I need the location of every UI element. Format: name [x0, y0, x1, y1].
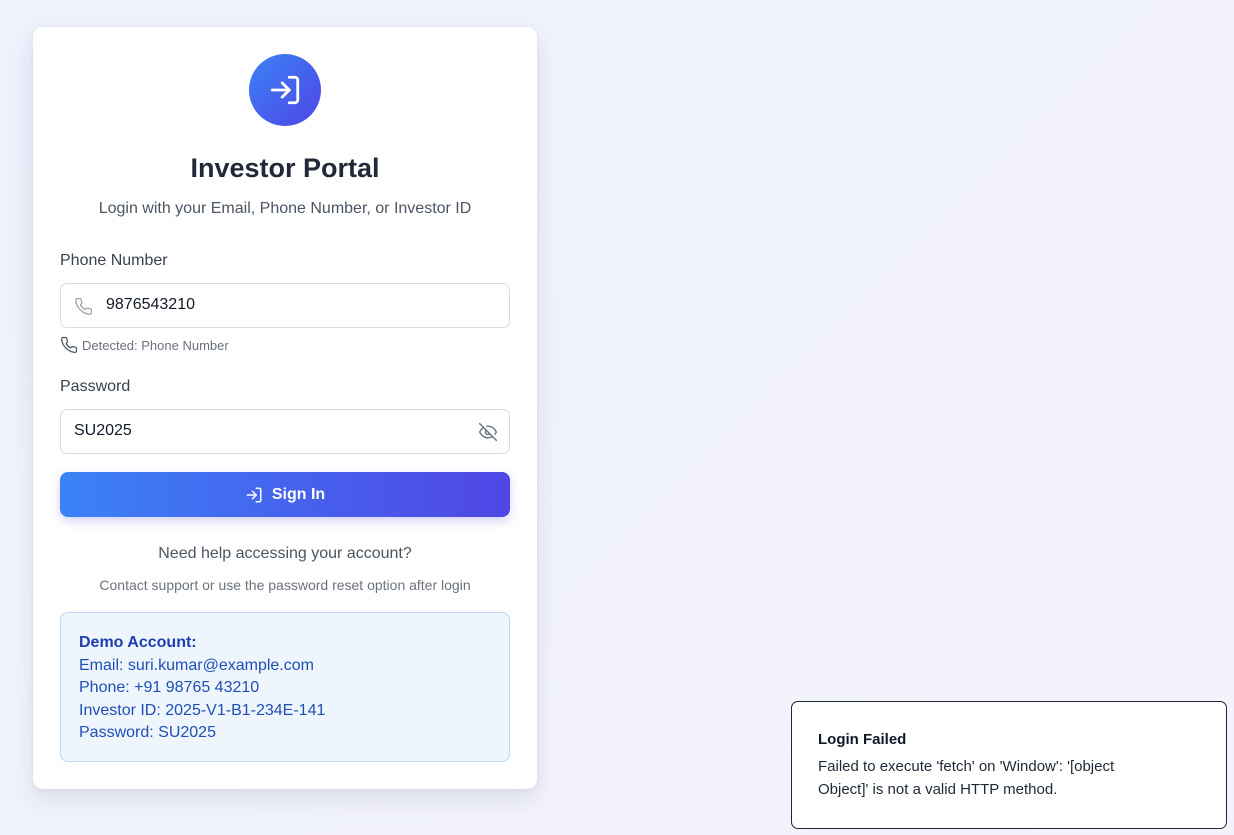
login-icon: [246, 487, 262, 502]
page-title: Investor Portal: [190, 153, 380, 183]
phone-icon: [60, 336, 78, 354]
demo-phone: Phone: +91 98765 43210: [79, 679, 260, 696]
identifier-value: 9876543210: [106, 296, 195, 313]
toast-message: Failed to execute 'fetch' on 'Window': '…: [818, 758, 1115, 798]
password-value: SU2025: [74, 422, 132, 439]
demo-investor-id: Investor ID: 2025-V1-B1-234E-141: [79, 701, 326, 719]
identifier-input[interactable]: 9876543210: [60, 283, 510, 328]
toast-title: Login Failed: [818, 731, 907, 748]
eye-off-icon[interactable]: [478, 422, 498, 447]
demo-heading: Demo Account:: [79, 634, 197, 651]
login-logo: [249, 54, 321, 126]
help-subtitle: Contact support or use the password rese…: [99, 577, 471, 593]
detected-hint: Detected: Phone Number: [60, 336, 229, 354]
phone-icon: [74, 297, 93, 321]
error-toast[interactable]: Login Failed Failed to execute 'fetch' o…: [791, 701, 1227, 829]
help-title: Need help accessing your account?: [158, 545, 412, 562]
demo-email: Email: suri.kumar@example.com: [79, 656, 314, 674]
demo-password: Password: SU2025: [79, 724, 216, 741]
demo-account-box: Demo Account: Email: suri.kumar@example.…: [60, 612, 510, 762]
login-card: Investor Portal Login with your Email, P…: [33, 27, 537, 789]
page-subtitle: Login with your Email, Phone Number, or …: [98, 200, 472, 217]
login-icon: [270, 75, 300, 105]
password-label: Password: [60, 378, 131, 395]
sign-in-button[interactable]: Sign In: [60, 472, 510, 517]
sign-in-label: Sign In: [271, 485, 326, 503]
identifier-label: Phone Number: [60, 252, 168, 269]
detected-text: Detected: Phone Number: [82, 337, 229, 353]
password-input[interactable]: SU2025: [60, 409, 510, 454]
